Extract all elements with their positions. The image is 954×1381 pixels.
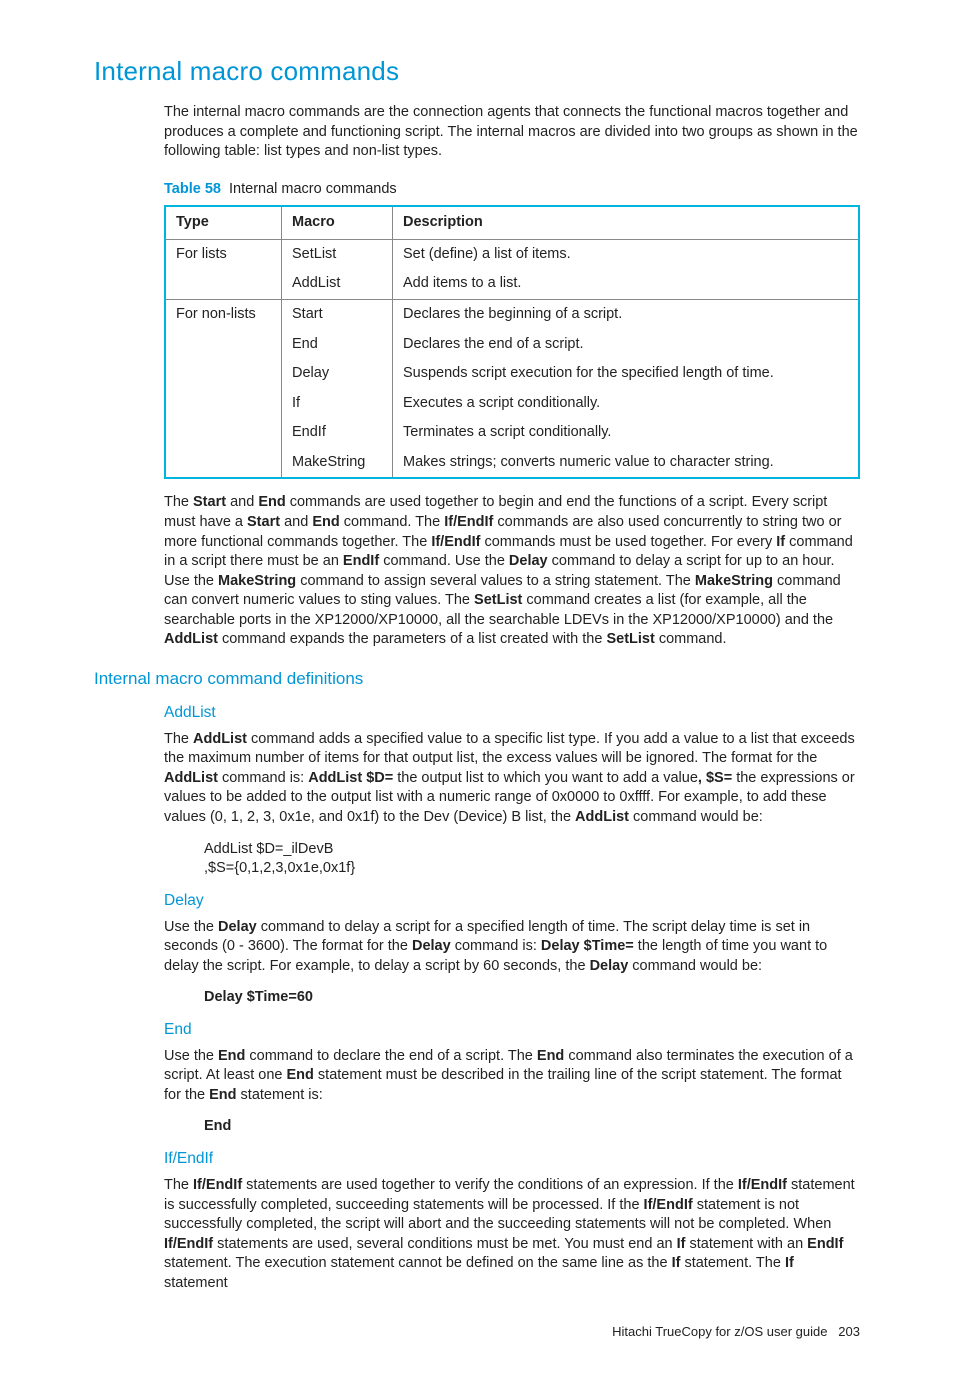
code-line: ,$S={0,1,2,3,0x1e,0x1f}: [204, 859, 860, 879]
cell-macro: AddList: [282, 269, 393, 299]
cell-macro: MakeString: [282, 448, 393, 479]
cell-desc: Add items to a list.: [393, 269, 860, 299]
code-line: AddList $D=_ilDevB: [204, 840, 860, 860]
cell-desc: Set (define) a list of items.: [393, 239, 860, 269]
page-footer: Hitachi TrueCopy for z/OS user guide 203: [94, 1323, 860, 1341]
cell-type: For lists: [165, 239, 282, 299]
heading-end: End: [164, 1020, 860, 1041]
addlist-code: AddList $D=_ilDevB ,$S={0,1,2,3,0x1e,0x1…: [204, 840, 860, 879]
delay-paragraph: Use the Delay command to delay a script …: [164, 918, 860, 977]
table-row: For non-lists Start Declares the beginni…: [165, 300, 859, 330]
addlist-paragraph: The AddList command adds a specified val…: [164, 730, 860, 828]
explanation-paragraph: The Start and End commands are used toge…: [164, 493, 860, 650]
cell-desc: Makes strings; converts numeric value to…: [393, 448, 860, 479]
intro-paragraph: The internal macro commands are the conn…: [164, 103, 860, 162]
th-macro: Macro: [282, 206, 393, 239]
cell-type: For non-lists: [165, 300, 282, 479]
cell-macro: If: [282, 389, 393, 419]
end-paragraph: Use the End command to declare the end o…: [164, 1047, 860, 1106]
table-caption-label: Table 58: [164, 181, 221, 197]
content-block: The internal macro commands are the conn…: [164, 103, 860, 650]
end-example: End: [204, 1117, 860, 1137]
th-type: Type: [165, 206, 282, 239]
cell-desc: Declares the end of a script.: [393, 330, 860, 360]
table-caption: Table 58 Internal macro commands: [164, 180, 860, 200]
section-heading-definitions: Internal macro command definitions: [94, 668, 860, 691]
footer-doc-title: Hitachi TrueCopy for z/OS user guide: [612, 1324, 827, 1339]
heading-ifendif: If/EndIf: [164, 1149, 860, 1170]
delay-example: Delay $Time=60: [204, 988, 860, 1008]
cell-macro: Start: [282, 300, 393, 330]
table-header-row: Type Macro Description: [165, 206, 859, 239]
th-desc: Description: [393, 206, 860, 239]
heading-addlist: AddList: [164, 703, 860, 724]
table-row: For lists SetList Set (define) a list of…: [165, 239, 859, 269]
table-caption-text: Internal macro commands: [229, 181, 397, 197]
cell-macro: End: [282, 330, 393, 360]
cell-macro: Delay: [282, 359, 393, 389]
cell-desc: Terminates a script conditionally.: [393, 418, 860, 448]
cell-macro: EndIf: [282, 418, 393, 448]
heading-delay: Delay: [164, 891, 860, 912]
cell-desc: Executes a script conditionally.: [393, 389, 860, 419]
cell-desc: Suspends script execution for the specif…: [393, 359, 860, 389]
cell-macro: SetList: [282, 239, 393, 269]
definitions-block: AddList The AddList command adds a speci…: [164, 703, 860, 1294]
page-title: Internal macro commands: [94, 54, 860, 89]
macro-table: Type Macro Description For lists SetList…: [164, 205, 860, 479]
footer-page-number: 203: [838, 1324, 860, 1339]
cell-desc: Declares the beginning of a script.: [393, 300, 860, 330]
